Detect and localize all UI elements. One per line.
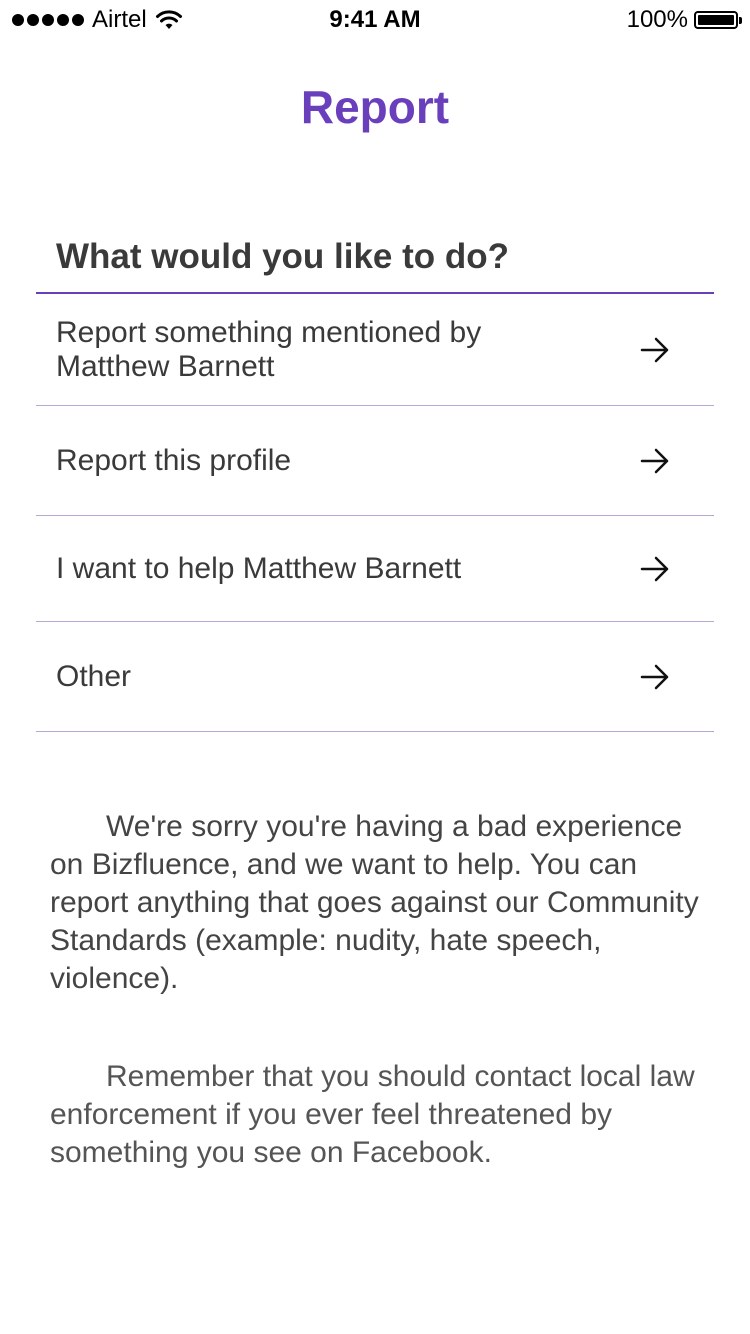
status-right: 100% [626, 6, 742, 34]
info-paragraph-sorry: We're sorry you're having a bad experien… [50, 810, 699, 995]
page-title: Report [300, 81, 450, 133]
option-help-user[interactable]: I want to help Matthew Barnett [36, 516, 714, 622]
option-label: I want to help Matthew Barnett [56, 551, 462, 585]
arrow-right-icon [640, 337, 670, 363]
option-report-mentioned[interactable]: Report something mentioned by Matthew Ba… [36, 294, 714, 406]
option-label: Other [56, 659, 132, 693]
battery-cap [739, 17, 742, 24]
status-bar: Airtel 9:41 AM 100% [0, 0, 750, 40]
arrow-right-icon [640, 664, 670, 690]
battery-icon [694, 11, 742, 29]
report-options-section: What would you like to do? Report someth… [36, 236, 714, 732]
option-label: Report this profile [56, 443, 292, 477]
option-label: Report something mentioned by Matthew Ba… [56, 315, 482, 383]
arrow-right-icon [640, 556, 670, 582]
info-paragraph-law-enforcement: Remember that you should contact local l… [50, 1060, 695, 1169]
options-list: Report something mentioned by Matthew Ba… [36, 294, 714, 732]
battery-percent: 100% [626, 6, 688, 33]
option-report-profile[interactable]: Report this profile [36, 406, 714, 516]
battery-fill [698, 15, 734, 25]
section-heading: What would you like to do? [36, 236, 714, 294]
option-other[interactable]: Other [36, 622, 714, 732]
arrow-right-icon [640, 448, 670, 474]
